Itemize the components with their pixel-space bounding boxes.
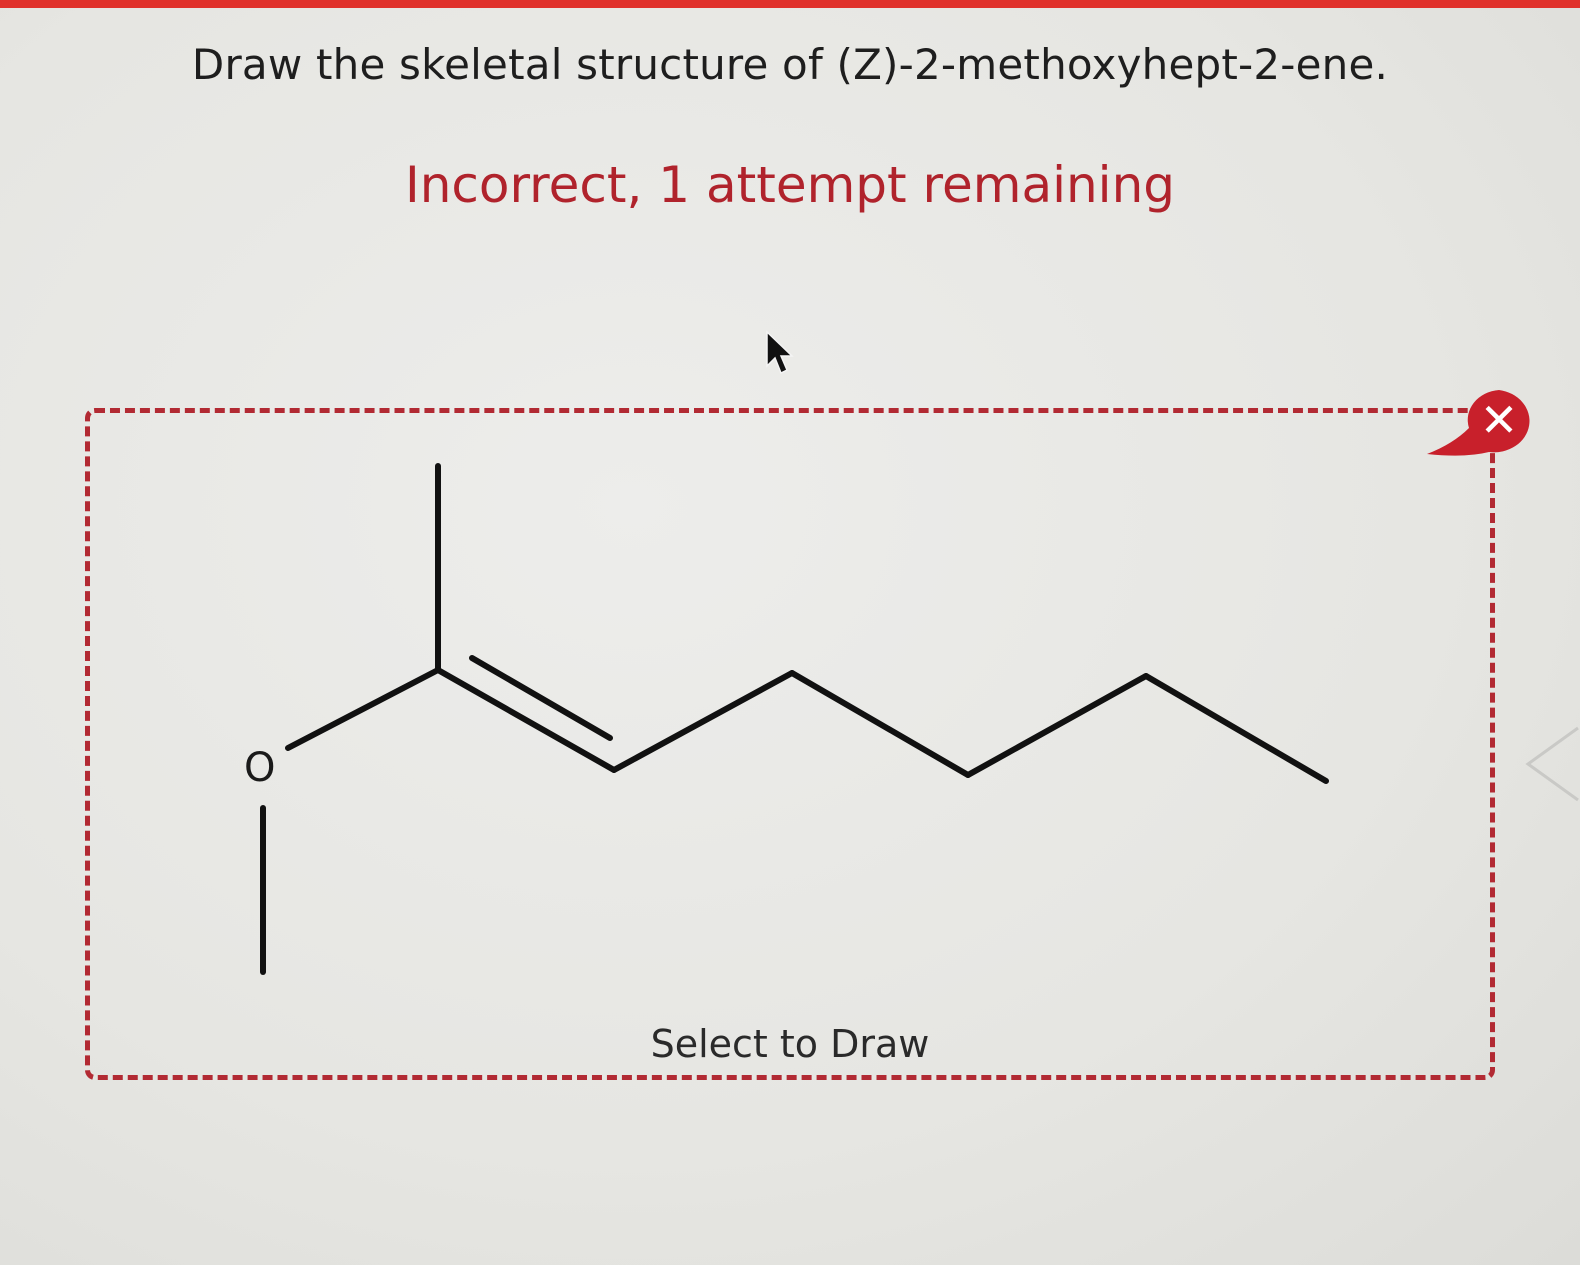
feedback-message: Incorrect, 1 attempt remaining bbox=[404, 156, 1176, 214]
drawing-canvas[interactable] bbox=[85, 408, 1495, 1080]
top-accent-bar bbox=[0, 0, 1580, 8]
incorrect-badge[interactable]: ✕ bbox=[1425, 386, 1543, 458]
select-to-draw-label[interactable]: Select to Draw bbox=[0, 1022, 1580, 1066]
close-icon: ✕ bbox=[1479, 393, 1519, 447]
mouse-pointer-icon bbox=[766, 330, 794, 375]
chevron-left-icon[interactable] bbox=[1524, 724, 1580, 804]
page: Draw the skeletal structure of (Z)-2-met… bbox=[0, 0, 1580, 1265]
oxygen-atom-label: O bbox=[244, 745, 276, 791]
question-text: Draw the skeletal structure of (Z)-2-met… bbox=[191, 40, 1389, 89]
